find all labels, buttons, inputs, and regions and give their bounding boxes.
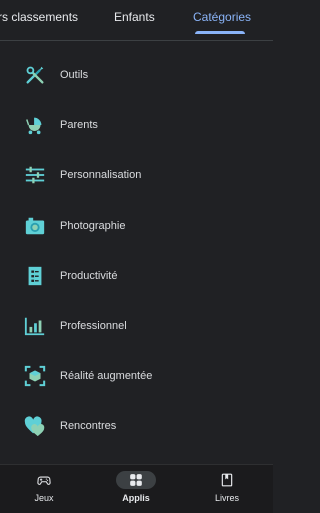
nav-apps-label: Applis [122, 493, 150, 503]
category-item-tools[interactable]: Outils [0, 50, 273, 100]
category-item-personalization[interactable]: Personnalisation [0, 150, 273, 200]
ar-frame-icon [24, 365, 46, 387]
bottom-navigation-bar: Jeux Applis Livres [0, 464, 273, 513]
gamepad-icon [24, 471, 64, 489]
apps-grid-icon [116, 471, 156, 489]
top-tab-bar: rs classements Enfants Catégories [0, 0, 273, 41]
camera-icon [24, 215, 46, 237]
category-label: Productivité [60, 269, 118, 282]
tab-top-charts[interactable]: rs classements [0, 0, 78, 34]
bar-chart-icon [24, 315, 46, 337]
category-item-photography[interactable]: Photographie [0, 201, 273, 251]
category-label: Rencontres [60, 420, 117, 433]
category-label: Personnalisation [60, 169, 142, 182]
category-list: Outils Parents Personnalisation Photogra… [0, 50, 273, 452]
category-label: Photographie [60, 219, 126, 232]
category-label: Professionnel [60, 320, 127, 333]
nav-games[interactable]: Jeux [9, 471, 79, 503]
category-label: Outils [60, 69, 89, 82]
category-item-productivity[interactable]: Productivité [0, 251, 273, 301]
category-item-parents[interactable]: Parents [0, 100, 273, 150]
category-item-business[interactable]: Professionnel [0, 301, 273, 351]
category-label: Réalité augmentée [60, 370, 153, 383]
category-item-augmented-reality[interactable]: Réalité augmentée [0, 351, 273, 401]
category-item-dating[interactable]: Rencontres [0, 401, 273, 451]
nav-games-label: Jeux [34, 493, 54, 503]
active-tab-indicator [195, 31, 245, 34]
category-label: Parents [60, 119, 98, 132]
tab-categories[interactable]: Catégories [193, 0, 251, 34]
nav-books-label: Livres [214, 493, 239, 503]
checklist-icon [24, 265, 46, 287]
stroller-icon [24, 114, 46, 136]
book-icon [207, 471, 247, 489]
hearts-icon [24, 415, 46, 437]
tools-icon [24, 64, 46, 86]
sliders-icon [24, 164, 46, 186]
nav-apps[interactable]: Applis [101, 471, 171, 503]
tab-kids[interactable]: Enfants [114, 0, 155, 34]
nav-books[interactable]: Livres [192, 471, 262, 503]
